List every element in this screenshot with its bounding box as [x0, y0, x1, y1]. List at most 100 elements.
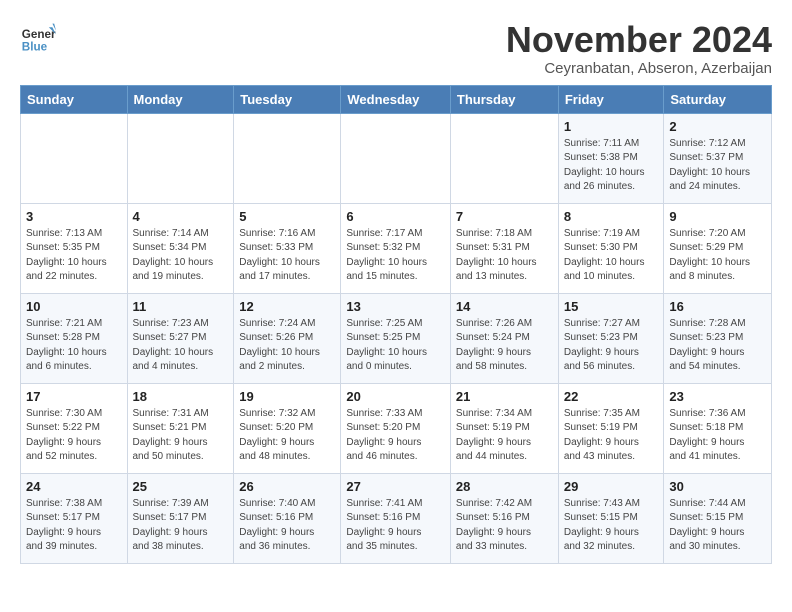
day-info: Sunrise: 7:34 AM Sunset: 5:19 PM Dayligh… — [456, 407, 553, 465]
day-info: Sunrise: 7:14 AM Sunset: 5:34 PM Dayligh… — [133, 227, 229, 285]
calendar-cell: 17 Sunrise: 7:30 AM Sunset: 5:22 PM Dayli… — [21, 383, 128, 473]
calendar-cell: 5Sunrise: 7:16 AM Sunset: 5:33 PM Daylig… — [234, 203, 341, 293]
calendar-cell: 24 Sunrise: 7:38 AM Sunset: 5:17 PM Dayli… — [21, 473, 128, 563]
calendar-week-row: 24 Sunrise: 7:38 AM Sunset: 5:17 PM Dayli… — [21, 473, 772, 563]
calendar-cell: 4 Sunrise: 7:14 AM Sunset: 5:34 PM Daylig… — [127, 203, 234, 293]
day-number: 12 — [239, 299, 335, 314]
calendar-cell: 3 Sunrise: 7:13 AM Sunset: 5:35 PM Daylig… — [21, 203, 128, 293]
day-number: 2 — [669, 119, 766, 134]
calendar-cell: 9 Sunrise: 7:20 AM Sunset: 5:29 PM Daylig… — [664, 203, 772, 293]
day-number: 3 — [26, 209, 122, 224]
calendar-cell: 7Sunrise: 7:18 AM Sunset: 5:31 PM Daylig… — [450, 203, 558, 293]
day-number: 10 — [26, 299, 122, 314]
weekday-header: Saturday — [664, 85, 772, 113]
calendar-cell: 16 Sunrise: 7:28 AM Sunset: 5:23 PM Dayli… — [664, 293, 772, 383]
day-info: Sunrise: 7:28 AM Sunset: 5:23 PM Dayligh… — [669, 317, 766, 375]
day-number: 8 — [564, 209, 659, 224]
day-number: 23 — [669, 389, 766, 404]
day-info: Sunrise: 7:36 AM Sunset: 5:18 PM Dayligh… — [669, 407, 766, 465]
day-info: Sunrise: 7:24 AM Sunset: 5:26 PM Dayligh… — [239, 317, 335, 375]
weekday-header: Wednesday — [341, 85, 451, 113]
calendar-cell: 13 Sunrise: 7:25 AM Sunset: 5:25 PM Dayli… — [341, 293, 451, 383]
weekday-header: Tuesday — [234, 85, 341, 113]
day-number: 27 — [346, 479, 445, 494]
logo: General Blue — [20, 20, 56, 56]
calendar-cell: 11 Sunrise: 7:23 AM Sunset: 5:27 PM Dayli… — [127, 293, 234, 383]
day-info: Sunrise: 7:11 AM Sunset: 5:38 PM Dayligh… — [564, 137, 659, 195]
day-number: 13 — [346, 299, 445, 314]
day-number: 26 — [239, 479, 335, 494]
day-info: Sunrise: 7:16 AM Sunset: 5:33 PM Dayligh… — [239, 227, 335, 285]
day-info: Sunrise: 7:30 AM Sunset: 5:22 PM Dayligh… — [26, 407, 122, 465]
day-info: Sunrise: 7:31 AM Sunset: 5:21 PM Dayligh… — [133, 407, 229, 465]
calendar-cell: 18 Sunrise: 7:31 AM Sunset: 5:21 PM Dayli… — [127, 383, 234, 473]
day-info: Sunrise: 7:13 AM Sunset: 5:35 PM Dayligh… — [26, 227, 122, 285]
day-number: 24 — [26, 479, 122, 494]
day-info: Sunrise: 7:25 AM Sunset: 5:25 PM Dayligh… — [346, 317, 445, 375]
calendar-cell: 19 Sunrise: 7:32 AM Sunset: 5:20 PM Dayli… — [234, 383, 341, 473]
day-info: Sunrise: 7:23 AM Sunset: 5:27 PM Dayligh… — [133, 317, 229, 375]
day-info: Sunrise: 7:27 AM Sunset: 5:23 PM Dayligh… — [564, 317, 659, 375]
day-info: Sunrise: 7:38 AM Sunset: 5:17 PM Dayligh… — [26, 497, 122, 555]
calendar-cell: 26 Sunrise: 7:40 AM Sunset: 5:16 PM Dayli… — [234, 473, 341, 563]
calendar-cell: 1 Sunrise: 7:11 AM Sunset: 5:38 PM Daylig… — [558, 113, 664, 203]
calendar-week-row: 10 Sunrise: 7:21 AM Sunset: 5:28 PM Dayli… — [21, 293, 772, 383]
subtitle: Ceyranbatan, Abseron, Azerbaijan — [506, 60, 772, 77]
calendar-cell — [127, 113, 234, 203]
day-info: Sunrise: 7:18 AM Sunset: 5:31 PM Dayligh… — [456, 227, 553, 285]
day-number: 9 — [669, 209, 766, 224]
calendar-week-row: 3 Sunrise: 7:13 AM Sunset: 5:35 PM Daylig… — [21, 203, 772, 293]
day-number: 29 — [564, 479, 659, 494]
day-number: 14 — [456, 299, 553, 314]
day-info: Sunrise: 7:21 AM Sunset: 5:28 PM Dayligh… — [26, 317, 122, 375]
page-header: General Blue November 2024 Ceyranbatan, … — [20, 20, 772, 77]
svg-text:Blue: Blue — [22, 41, 48, 54]
day-number: 19 — [239, 389, 335, 404]
calendar-cell: 22 Sunrise: 7:35 AM Sunset: 5:19 PM Dayli… — [558, 383, 664, 473]
calendar-header: SundayMondayTuesdayWednesdayThursdayFrid… — [21, 85, 772, 113]
calendar-body: 1 Sunrise: 7:11 AM Sunset: 5:38 PM Daylig… — [21, 113, 772, 563]
calendar-week-row: 1 Sunrise: 7:11 AM Sunset: 5:38 PM Daylig… — [21, 113, 772, 203]
calendar-cell — [234, 113, 341, 203]
calendar-cell: 2 Sunrise: 7:12 AM Sunset: 5:37 PM Daylig… — [664, 113, 772, 203]
calendar-cell: 12 Sunrise: 7:24 AM Sunset: 5:26 PM Dayli… — [234, 293, 341, 383]
calendar-cell: 15 Sunrise: 7:27 AM Sunset: 5:23 PM Dayli… — [558, 293, 664, 383]
weekday-header: Sunday — [21, 85, 128, 113]
calendar-cell — [21, 113, 128, 203]
day-number: 15 — [564, 299, 659, 314]
calendar-cell: 23 Sunrise: 7:36 AM Sunset: 5:18 PM Dayli… — [664, 383, 772, 473]
calendar-cell: 14 Sunrise: 7:26 AM Sunset: 5:24 PM Dayli… — [450, 293, 558, 383]
day-info: Sunrise: 7:40 AM Sunset: 5:16 PM Dayligh… — [239, 497, 335, 555]
day-info: Sunrise: 7:33 AM Sunset: 5:20 PM Dayligh… — [346, 407, 445, 465]
day-number: 16 — [669, 299, 766, 314]
svg-text:General: General — [22, 28, 56, 41]
day-info: Sunrise: 7:26 AM Sunset: 5:24 PM Dayligh… — [456, 317, 553, 375]
day-info: Sunrise: 7:20 AM Sunset: 5:29 PM Dayligh… — [669, 227, 766, 285]
weekday-header: Thursday — [450, 85, 558, 113]
day-number: 30 — [669, 479, 766, 494]
calendar-table: SundayMondayTuesdayWednesdayThursdayFrid… — [20, 85, 772, 564]
day-number: 1 — [564, 119, 659, 134]
calendar-cell: 28Sunrise: 7:42 AM Sunset: 5:16 PM Dayli… — [450, 473, 558, 563]
calendar-cell: 25Sunrise: 7:39 AM Sunset: 5:17 PM Dayli… — [127, 473, 234, 563]
day-info: Sunrise: 7:43 AM Sunset: 5:15 PM Dayligh… — [564, 497, 659, 555]
day-info: Sunrise: 7:35 AM Sunset: 5:19 PM Dayligh… — [564, 407, 659, 465]
day-number: 20 — [346, 389, 445, 404]
day-info: Sunrise: 7:41 AM Sunset: 5:16 PM Dayligh… — [346, 497, 445, 555]
day-number: 28 — [456, 479, 553, 494]
day-number: 18 — [133, 389, 229, 404]
calendar-cell — [450, 113, 558, 203]
calendar-cell: 30Sunrise: 7:44 AM Sunset: 5:15 PM Dayli… — [664, 473, 772, 563]
day-info: Sunrise: 7:32 AM Sunset: 5:20 PM Dayligh… — [239, 407, 335, 465]
day-number: 4 — [133, 209, 229, 224]
month-title: November 2024 — [506, 20, 772, 60]
day-info: Sunrise: 7:12 AM Sunset: 5:37 PM Dayligh… — [669, 137, 766, 195]
calendar-cell: 8Sunrise: 7:19 AM Sunset: 5:30 PM Daylig… — [558, 203, 664, 293]
day-number: 11 — [133, 299, 229, 314]
day-number: 17 — [26, 389, 122, 404]
day-info: Sunrise: 7:39 AM Sunset: 5:17 PM Dayligh… — [133, 497, 229, 555]
calendar-cell: 21Sunrise: 7:34 AM Sunset: 5:19 PM Dayli… — [450, 383, 558, 473]
calendar-week-row: 17 Sunrise: 7:30 AM Sunset: 5:22 PM Dayli… — [21, 383, 772, 473]
day-number: 22 — [564, 389, 659, 404]
weekday-header: Friday — [558, 85, 664, 113]
